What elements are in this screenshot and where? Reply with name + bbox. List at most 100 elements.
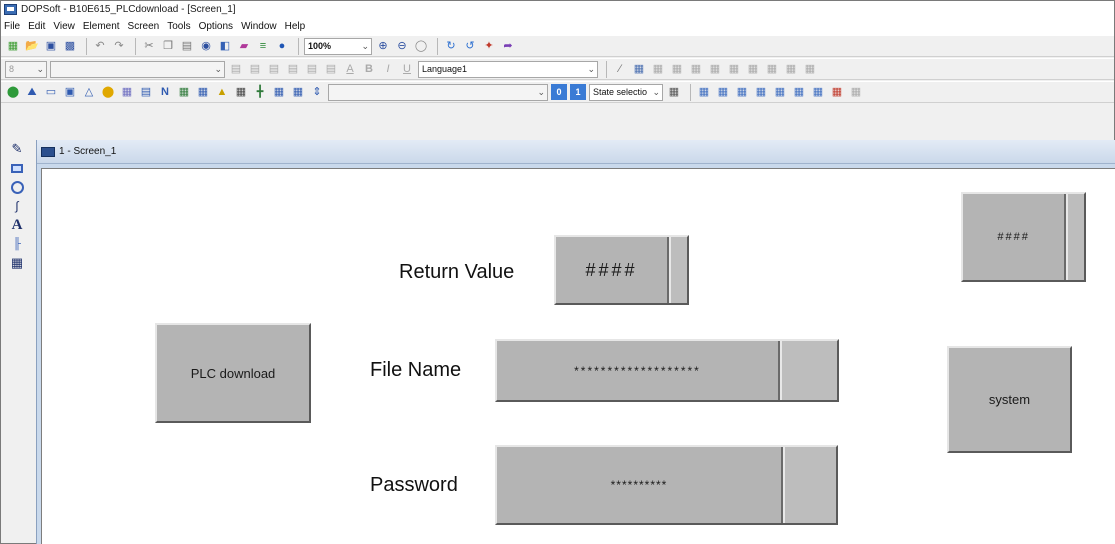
open-folder-icon[interactable]: 📂: [24, 38, 40, 54]
font-size-select[interactable]: 8 ⌄: [5, 60, 47, 78]
slider-element-icon[interactable]: ╋: [252, 84, 268, 100]
ellipse-icon[interactable]: [9, 179, 25, 195]
zoom-select[interactable]: 100% ⌄: [304, 37, 372, 55]
trend-graph-icon[interactable]: ▦: [176, 84, 192, 100]
menu-view[interactable]: View: [53, 21, 75, 32]
zoom-in-icon[interactable]: ⊕: [375, 38, 391, 54]
spin-element-icon[interactable]: ⇕: [309, 84, 325, 100]
zoom-out-icon[interactable]: ⊖: [394, 38, 410, 54]
send-back-icon[interactable]: ▦: [783, 61, 799, 77]
text-input-icon[interactable]: ▤: [138, 84, 154, 100]
table-element-icon[interactable]: ▦: [271, 84, 287, 100]
xy-chart-icon[interactable]: ▦: [195, 84, 211, 100]
keypad-element-icon[interactable]: ▦: [233, 84, 249, 100]
password-input[interactable]: **********: [495, 445, 838, 525]
polyline-icon[interactable]: ∫: [9, 198, 25, 214]
info-icon[interactable]: ●: [274, 38, 290, 54]
menu-help[interactable]: Help: [285, 21, 306, 32]
picture-bank-icon[interactable]: ▦: [734, 84, 750, 100]
sound-bank-icon[interactable]: ▦: [772, 84, 788, 100]
undo-icon[interactable]: ↶: [92, 38, 108, 54]
file-name-input[interactable]: *******************: [495, 339, 839, 402]
scale-icon[interactable]: ╟: [9, 236, 25, 252]
state-select[interactable]: State selectio ⌄: [589, 83, 663, 101]
menu-window[interactable]: Window: [241, 21, 277, 32]
font-color-icon[interactable]: A: [342, 61, 358, 77]
alarm-element-icon[interactable]: ▲: [214, 84, 230, 100]
screen-list-icon[interactable]: ▦: [848, 84, 864, 100]
top-right-display[interactable]: ####: [961, 192, 1086, 282]
rotate-right-icon[interactable]: ↺: [462, 38, 478, 54]
same-height-icon[interactable]: ▦: [726, 61, 742, 77]
group-icon[interactable]: ▦: [802, 61, 818, 77]
element-select[interactable]: ⌄: [328, 83, 548, 101]
meter-element-icon[interactable]: ⛰: [24, 84, 40, 100]
graphic-element-icon[interactable]: △: [81, 84, 97, 100]
text-icon[interactable]: A: [9, 217, 25, 233]
import-icon[interactable]: ▦: [696, 84, 712, 100]
language-select[interactable]: Language1 ⌄: [418, 60, 598, 78]
layout-grid-icon[interactable]: ▦: [631, 61, 647, 77]
zoom-fit-icon[interactable]: ◯: [413, 38, 429, 54]
distribute-h-icon[interactable]: ▦: [669, 61, 685, 77]
return-value-display[interactable]: ####: [554, 235, 689, 305]
align-bottom-icon[interactable]: ▤: [323, 61, 339, 77]
table-icon[interactable]: ▦: [9, 255, 25, 271]
redo-arrow-icon[interactable]: ➦: [500, 38, 516, 54]
align-right-icon[interactable]: ▤: [266, 61, 282, 77]
bring-front-icon[interactable]: ▦: [764, 61, 780, 77]
find-icon[interactable]: ◉: [198, 38, 214, 54]
bar-element-icon[interactable]: ▭: [43, 84, 59, 100]
state-0-icon[interactable]: 0: [551, 84, 567, 100]
text-bank-icon[interactable]: ▦: [753, 84, 769, 100]
recipe-icon[interactable]: ▦: [791, 84, 807, 100]
numeric-input-icon[interactable]: ▦: [119, 84, 135, 100]
screen-tab[interactable]: 1 - Screen_1: [37, 140, 1115, 164]
numeric-display-icon[interactable]: N: [157, 84, 173, 100]
align-center-icon[interactable]: ▤: [247, 61, 263, 77]
save-icon[interactable]: ▣: [43, 38, 59, 54]
lamp-element-icon[interactable]: ⬤: [100, 84, 116, 100]
properties-icon[interactable]: ▦: [666, 84, 682, 100]
italic-icon[interactable]: I: [380, 61, 396, 77]
download-icon[interactable]: ▰: [236, 38, 252, 54]
align-top-icon[interactable]: ▤: [285, 61, 301, 77]
delete-screen-icon[interactable]: ▦: [829, 84, 845, 100]
menu-element[interactable]: Element: [83, 21, 120, 32]
paste-icon[interactable]: ▤: [179, 38, 195, 54]
button-element-icon[interactable]: ⬤: [5, 84, 21, 100]
menu-options[interactable]: Options: [199, 21, 233, 32]
menu-edit[interactable]: Edit: [28, 21, 45, 32]
upload-icon[interactable]: ≡: [255, 38, 271, 54]
cut-icon[interactable]: ✂: [141, 38, 157, 54]
bold-icon[interactable]: B: [361, 61, 377, 77]
calendar-element-icon[interactable]: ▦: [290, 84, 306, 100]
distribute-v-icon[interactable]: ▦: [688, 61, 704, 77]
rectangle-icon[interactable]: [9, 160, 25, 176]
save-all-icon[interactable]: ▩: [62, 38, 78, 54]
macro-icon[interactable]: ▦: [810, 84, 826, 100]
align-objects-icon[interactable]: ▦: [650, 61, 666, 77]
pointer-icon[interactable]: ✦: [481, 38, 497, 54]
font-family-select[interactable]: ⌄: [50, 60, 225, 78]
menu-tools[interactable]: Tools: [167, 21, 190, 32]
menu-file[interactable]: File: [4, 21, 20, 32]
state-1-icon[interactable]: 1: [570, 84, 586, 100]
export-icon[interactable]: ▦: [715, 84, 731, 100]
menu-screen[interactable]: Screen: [128, 21, 160, 32]
align-middle-icon[interactable]: ▤: [304, 61, 320, 77]
redo-icon[interactable]: ↷: [111, 38, 127, 54]
underline-icon[interactable]: U: [399, 61, 415, 77]
rotate-left-icon[interactable]: ↻: [443, 38, 459, 54]
same-width-icon[interactable]: ▦: [707, 61, 723, 77]
copy-icon[interactable]: ❐: [160, 38, 176, 54]
new-file-icon[interactable]: ▦: [5, 38, 21, 54]
screen-canvas[interactable]: Return Value #### #### PLC download File…: [41, 168, 1115, 544]
pipe-element-icon[interactable]: ▣: [62, 84, 78, 100]
align-left-icon[interactable]: ▤: [228, 61, 244, 77]
same-size-icon[interactable]: ▦: [745, 61, 761, 77]
plc-download-button[interactable]: PLC download: [155, 323, 311, 423]
draw-line-icon[interactable]: ∕: [612, 61, 628, 77]
system-button[interactable]: system: [947, 346, 1072, 453]
compile-icon[interactable]: ◧: [217, 38, 233, 54]
